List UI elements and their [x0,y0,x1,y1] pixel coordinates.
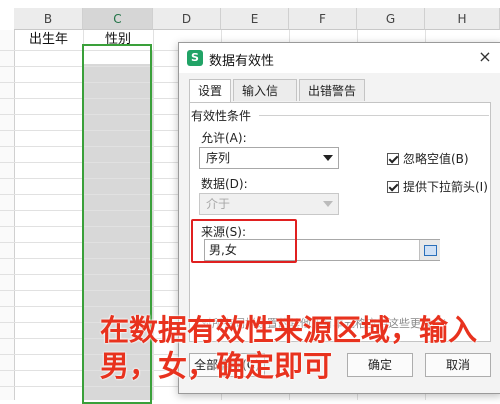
close-icon[interactable]: × [475,47,495,67]
chevron-down-icon [323,201,333,207]
column-header-f[interactable]: F [289,8,357,30]
cell-b1[interactable]: 出生年 [14,30,83,50]
range-select-icon[interactable] [419,240,440,260]
data-label: 数据(D): [201,177,248,191]
ignore-blank-checkbox[interactable]: 忽略空值(B) [387,150,469,167]
allow-label: 允许(A): [201,131,247,145]
checkbox-checked-icon [387,181,399,193]
in-cell-dropdown-checkbox[interactable]: 提供下拉箭头(I) [387,178,488,195]
column-header-g[interactable]: G [357,8,425,30]
in-cell-dropdown-label: 提供下拉箭头(I) [403,180,488,194]
chevron-down-icon [323,155,333,161]
dialog-title: 数据有效性 [209,54,275,69]
row-header-strip [0,30,15,400]
spreadsheet-app-icon: S [187,50,203,66]
allow-select[interactable]: 序列 [199,147,339,169]
validation-criteria-label: 有效性条件 [191,109,252,123]
column-header-c[interactable]: C [83,8,153,30]
tab-error-alert[interactable]: 出错警告 [299,79,365,101]
group-divider [259,115,489,116]
data-select-value: 介于 [206,197,231,211]
dialog-title-bar[interactable]: S 数据有效性 × [179,43,500,73]
column-header-e[interactable]: E [221,8,289,30]
column-header-d[interactable]: D [153,8,221,30]
allow-select-value: 序列 [206,151,231,165]
data-select: 介于 [199,193,339,215]
ignore-blank-label: 忽略空值(B) [403,152,469,166]
checkbox-checked-icon [387,153,399,165]
instruction-caption: 在数据有效性来源区域，输入 男，女，确定即可 [100,313,478,383]
source-highlight-box [191,219,297,263]
column-header-b[interactable]: B [14,8,83,30]
column-header-h[interactable]: H [425,8,500,30]
tab-input-message[interactable]: 输入信息 [233,79,297,120]
tab-settings[interactable]: 设置 [189,79,231,103]
